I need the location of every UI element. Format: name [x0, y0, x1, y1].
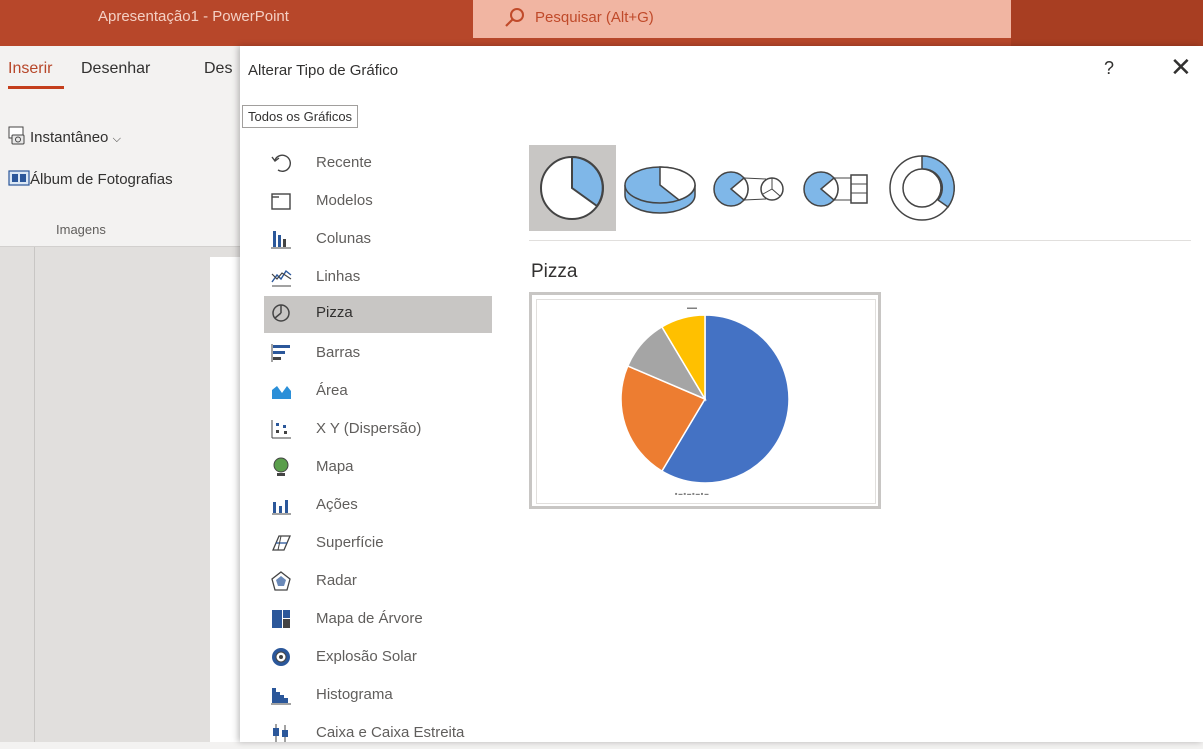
- tab-inserir[interactable]: Inserir: [8, 60, 52, 78]
- column-chart-icon: [270, 228, 292, 250]
- category-label: Caixa e Caixa Estreita: [316, 724, 465, 741]
- subtype-pie-of-pie[interactable]: [707, 145, 793, 231]
- search-icon: [503, 6, 527, 35]
- category-modelos[interactable]: Modelos: [264, 184, 492, 216]
- category-label: Colunas: [316, 230, 372, 247]
- subtype-doughnut[interactable]: [883, 145, 963, 231]
- sunburst-chart-icon: [270, 646, 292, 668]
- category-label: Recente: [316, 154, 372, 171]
- photo-album-label: Álbum de Fotografias: [30, 170, 173, 188]
- close-button[interactable]: ✕: [1170, 54, 1192, 80]
- category-linhas[interactable]: Linhas: [264, 260, 492, 292]
- category-dispersao[interactable]: X Y (Dispersão): [264, 412, 492, 444]
- category-area[interactable]: Área: [264, 374, 492, 406]
- dialog-right-area: [875, 292, 1203, 742]
- category-label: Modelos: [316, 192, 373, 209]
- photo-album-icon: [8, 169, 30, 191]
- bar-chart-icon: [270, 342, 292, 364]
- category-label: Pizza: [316, 304, 353, 321]
- help-button[interactable]: ?: [1104, 58, 1114, 79]
- search-box[interactable]: Pesquisar (Alt+G): [473, 0, 1011, 38]
- category-label: Área: [316, 382, 348, 399]
- change-chart-type-dialog: Alterar Tipo de Gráfico ? ✕ Todos os Grá…: [240, 46, 1203, 742]
- pie-icon: [540, 155, 604, 220]
- histogram-chart-icon: [270, 684, 292, 706]
- category-acoes[interactable]: Ações: [264, 488, 492, 520]
- photo-album-button[interactable]: Álbum de Fotografias: [8, 169, 173, 191]
- area-chart-icon: [270, 380, 292, 402]
- dialog-title: Alterar Tipo de Gráfico: [248, 62, 399, 79]
- category-barras[interactable]: Barras: [264, 336, 492, 368]
- category-label: Radar: [316, 572, 357, 589]
- pie-chart-icon: [270, 302, 292, 324]
- box-whisker-chart-icon: [270, 722, 292, 744]
- tab-design[interactable]: Des: [204, 60, 238, 78]
- tab-desenhar[interactable]: Desenhar: [81, 60, 150, 78]
- recent-icon: [270, 152, 292, 174]
- treemap-chart-icon: [270, 608, 292, 630]
- category-superficie[interactable]: Superfície: [264, 526, 492, 558]
- category-label: X Y (Dispersão): [316, 420, 422, 437]
- map-chart-icon: [270, 456, 292, 478]
- active-tab-indicator: [8, 86, 64, 89]
- category-mapa-arvore[interactable]: Mapa de Árvore: [264, 602, 492, 634]
- category-label: Barras: [316, 344, 361, 361]
- chevron-down-icon: ⌵: [112, 132, 121, 145]
- preview-canvas: ▬▬ ■ ▬ ■ ▬ ■ ▬ ■ ▬: [536, 299, 876, 504]
- slide-canvas-edge: [210, 257, 240, 742]
- category-label: Mapa de Árvore: [316, 610, 423, 627]
- slide-thumbnail-pane: [0, 247, 240, 742]
- screenshot-button[interactable]: Instantâneo ⌵: [8, 126, 121, 150]
- preview-legend: ■ ▬ ■ ▬ ■ ▬ ■ ▬: [675, 491, 709, 496]
- stock-chart-icon: [270, 494, 292, 516]
- preview-pie: [620, 314, 790, 484]
- templates-icon: [270, 190, 292, 212]
- bar-of-pie-icon: [803, 171, 868, 207]
- category-label: Explosão Solar: [316, 648, 417, 665]
- category-histograma[interactable]: Histograma: [264, 678, 492, 710]
- radar-chart-icon: [270, 570, 292, 592]
- chart-category-list: Recente Modelos Colunas Linhas Pizza Bar…: [264, 146, 494, 742]
- category-label: Linhas: [316, 268, 361, 285]
- window-title: Apresentação1 - PowerPoint: [98, 8, 289, 25]
- category-label: Mapa: [316, 458, 354, 475]
- category-label: Superfície: [316, 534, 384, 551]
- selected-subtype-name: Pizza: [531, 261, 578, 282]
- category-recente[interactable]: Recente: [264, 146, 492, 178]
- chart-preview[interactable]: ▬▬ ■ ▬ ■ ▬ ■ ▬ ■ ▬: [529, 292, 881, 509]
- category-label: Histograma: [316, 686, 393, 703]
- chart-subtype-strip: [529, 145, 963, 232]
- category-caixa[interactable]: Caixa e Caixa Estreita: [264, 716, 492, 748]
- doughnut-icon: [889, 155, 955, 221]
- subtype-pie[interactable]: [529, 145, 616, 231]
- pane-divider: [34, 247, 35, 742]
- subtype-separator: [529, 240, 1191, 241]
- title-bar: Apresentação1 - PowerPoint Pesquisar (Al…: [0, 0, 1203, 46]
- screenshot-icon: [8, 126, 30, 150]
- category-colunas[interactable]: Colunas: [264, 222, 492, 254]
- tab-all-charts[interactable]: Todos os Gráficos: [242, 105, 359, 128]
- category-pizza[interactable]: Pizza: [264, 296, 492, 333]
- category-explosao-solar[interactable]: Explosão Solar: [264, 640, 492, 672]
- pie-3d-icon: [624, 166, 696, 214]
- category-label: Ações: [316, 496, 358, 513]
- category-radar[interactable]: Radar: [264, 564, 492, 596]
- search-placeholder: Pesquisar (Alt+G): [535, 9, 654, 26]
- group-label-imagens: Imagens: [56, 222, 106, 237]
- scatter-chart-icon: [270, 418, 292, 440]
- line-chart-icon: [270, 266, 292, 288]
- category-mapa[interactable]: Mapa: [264, 450, 492, 482]
- surface-chart-icon: [270, 532, 292, 554]
- subtype-pie-3d[interactable]: [617, 145, 701, 231]
- subtype-bar-of-pie[interactable]: [797, 145, 883, 231]
- title-bar-right: [1011, 0, 1203, 46]
- pie-of-pie-icon: [713, 171, 784, 207]
- screenshot-label: Instantâneo: [30, 128, 109, 146]
